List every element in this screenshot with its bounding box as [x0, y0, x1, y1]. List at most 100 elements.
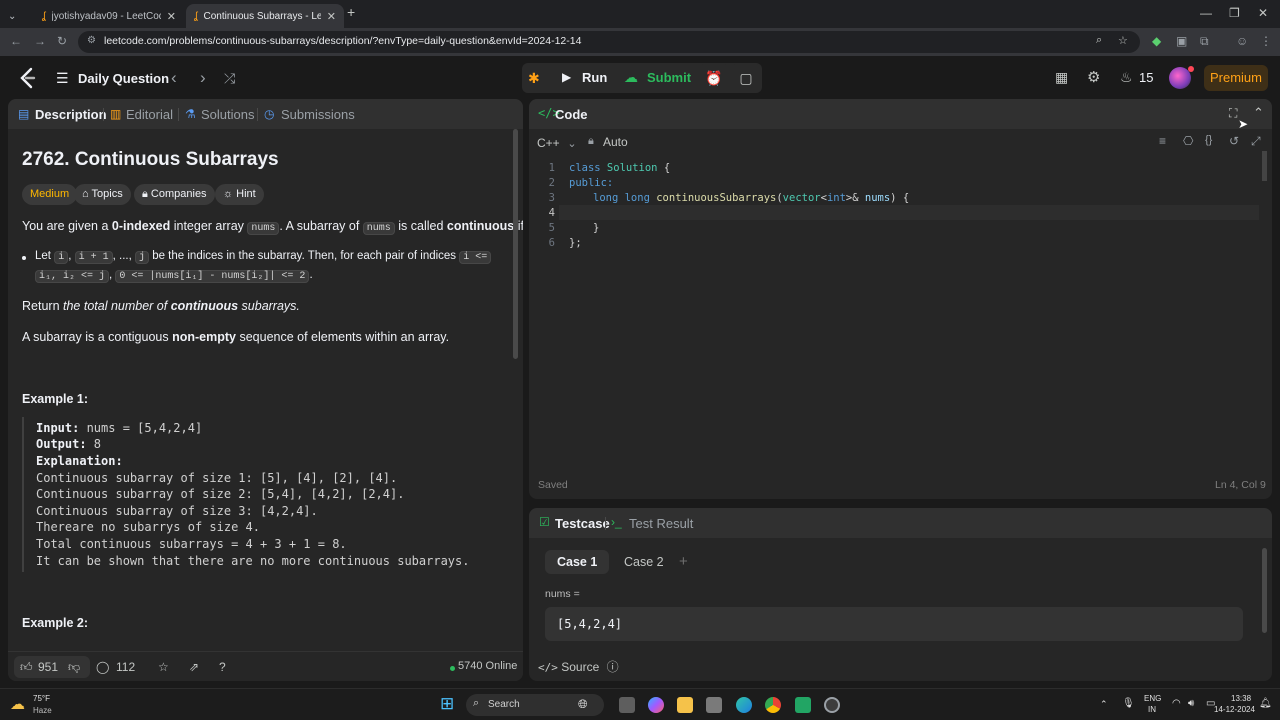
language-selector[interactable]: C++ ⌄	[537, 135, 577, 150]
tab-search-button[interactable]: ⌄	[4, 4, 24, 28]
bookmark-star-icon[interactable]: ☆	[1118, 34, 1128, 47]
thumbs-up-icon[interactable]: 👍︎	[20, 660, 33, 675]
site-info-icon[interactable]: ⚙	[87, 35, 96, 46]
layout-grid-icon[interactable]: ▦	[1055, 69, 1068, 86]
leetcode-logo-icon[interactable]	[18, 67, 36, 89]
extensions-puzzle-icon[interactable]: ⧉	[1200, 34, 1209, 49]
file-explorer-icon[interactable]	[677, 697, 693, 713]
settings-gear-icon[interactable]: ⚙	[1087, 68, 1100, 86]
code-text: ) {	[890, 192, 910, 204]
app-icon[interactable]	[824, 697, 840, 713]
weather-temperature[interactable]: 75°F	[33, 694, 50, 703]
case-1-tab[interactable]: Case 1	[545, 550, 610, 574]
forward-icon[interactable]: →	[34, 34, 46, 48]
reset-icon[interactable]: ↺	[1229, 134, 1239, 148]
description-tabs: ▤ Description ▥ Editorial ⚗ Solutions ◷ …	[8, 99, 523, 129]
scrollbar[interactable]	[513, 129, 518, 359]
clock-date[interactable]: 14-12-2024	[1214, 705, 1255, 714]
tab-description[interactable]: Description	[35, 107, 107, 122]
extension-icon[interactable]: ▣	[1176, 34, 1187, 48]
source-link[interactable]: </> Source ⓘ	[538, 658, 619, 675]
fullscreen-icon[interactable]: ⛶	[1229, 106, 1237, 121]
edge-icon[interactable]	[736, 697, 752, 713]
comment-icon[interactable]: ◯	[96, 660, 109, 674]
companies-chip[interactable]: 🔒︎ Companies	[134, 184, 215, 205]
collapse-chevron-up-icon[interactable]: ⌃	[1253, 105, 1264, 121]
label: Explanation:	[36, 454, 123, 468]
tab-submissions[interactable]: Submissions	[281, 107, 355, 122]
help-icon[interactable]: ?	[219, 660, 226, 674]
list-icon[interactable]: ☰	[56, 70, 69, 87]
scrollbar[interactable]	[1262, 151, 1267, 181]
reload-icon[interactable]: ↻	[57, 34, 67, 48]
volume-icon[interactable]: 🔊︎	[1188, 698, 1194, 709]
description-panel: ▤ Description ▥ Editorial ⚗ Solutions ◷ …	[8, 99, 523, 681]
bookmark-icon[interactable]: ⎔	[1183, 134, 1193, 148]
share-icon[interactable]: ⇗	[189, 660, 199, 674]
language-indicator[interactable]: ENG	[1144, 694, 1161, 703]
windows-start-icon[interactable]: ⊞	[440, 694, 454, 714]
tray-overflow-icon[interactable]: ⌃	[1100, 699, 1108, 710]
tab-test-result[interactable]: Test Result	[629, 516, 693, 531]
copilot-icon[interactable]	[648, 697, 664, 713]
minimize-button[interactable]: —	[1200, 6, 1212, 20]
menu-kebab-icon[interactable]: ⋮	[1260, 34, 1272, 48]
premium-button[interactable]: Premium	[1204, 65, 1268, 91]
debug-bug-icon[interactable]: ✱	[528, 70, 540, 87]
tab-editorial[interactable]: Editorial	[126, 107, 173, 122]
auto-mode-label[interactable]: Auto	[603, 135, 628, 149]
explanation-line: Total continuous subarrays = 4 + 3 + 1 =…	[36, 537, 347, 551]
prev-question-icon[interactable]: ‹	[171, 68, 177, 88]
excel-icon[interactable]	[795, 697, 811, 713]
window-close-button[interactable]: ✕	[1258, 6, 1268, 20]
wifi-icon[interactable]: ◠	[1172, 698, 1181, 709]
explanation-line: Thereare no subarrys of size 4.	[36, 520, 260, 534]
param-input[interactable]: [5,4,2,4]	[545, 607, 1243, 641]
browser-tab-active[interactable]: ʆ Continuous Subarrays - LeetCo ✕	[186, 4, 344, 28]
shuffle-icon[interactable]: ⤮	[224, 70, 235, 87]
hint-chip[interactable]: ☼ Hint	[215, 184, 264, 205]
maximize-button[interactable]: ❐	[1229, 6, 1240, 20]
tab-solutions[interactable]: Solutions	[201, 107, 254, 122]
browser-tab-profile[interactable]: ʆ jyotishyadav09 - LeetCode Profi ✕	[34, 4, 184, 28]
tab-testcase[interactable]: Testcase	[555, 516, 610, 531]
notification-bell-icon[interactable]: 🔔︎	[1259, 698, 1272, 709]
problem-title[interactable]: 2762. Continuous Subarrays	[22, 149, 279, 171]
zoom-icon[interactable]: ⌕	[1096, 34, 1102, 47]
problem-intro: You are given a 0-indexed integer array …	[22, 219, 523, 235]
streak-count[interactable]: 15	[1139, 70, 1153, 85]
thumbs-down-icon[interactable]: 👎︎	[68, 660, 80, 675]
format-icon[interactable]: ≡	[1159, 134, 1166, 148]
run-button[interactable]: Run	[582, 70, 607, 85]
submit-button[interactable]: Submit	[647, 70, 691, 85]
task-view-icon[interactable]	[619, 697, 635, 713]
expand-icon[interactable]: ⤢	[1251, 134, 1261, 149]
favorite-star-icon[interactable]: ☆	[158, 660, 169, 674]
store-icon[interactable]	[706, 697, 722, 713]
save-status: Saved	[538, 479, 568, 491]
url-input[interactable]: ⚙ leetcode.com/problems/continuous-subar…	[78, 31, 1140, 53]
extension-icon[interactable]: ◆	[1152, 34, 1161, 48]
close-icon[interactable]: ✕	[327, 10, 336, 23]
next-question-icon[interactable]: ›	[200, 68, 206, 88]
windows-taskbar: ☁ 75°F Haze ⊞ ⌕ Search 🌐︎ ⌃ 🎙︎ ENG IN ◠ …	[0, 688, 1280, 720]
scrollbar[interactable]	[1262, 548, 1267, 633]
code-tab[interactable]: Code	[555, 107, 588, 122]
chrome-icon[interactable]	[765, 697, 781, 713]
close-icon[interactable]: ✕	[167, 10, 176, 23]
timer-button[interactable]: ⏰	[699, 64, 729, 92]
profile-icon[interactable]: ☺	[1236, 34, 1248, 48]
example-input: Input: nums = [5,4,2,4]	[36, 421, 202, 435]
braces-icon[interactable]: {}	[1205, 134, 1212, 146]
clock-time[interactable]: 13:38	[1231, 694, 1251, 703]
taskbar-search[interactable]: ⌕ Search 🌐︎	[466, 694, 604, 716]
weather-haze-icon[interactable]: ☁	[10, 695, 25, 713]
topics-chip[interactable]: ⌂ Topics	[74, 184, 131, 205]
notes-button[interactable]: ▢	[731, 64, 761, 92]
microphone-icon[interactable]: 🎙︎	[1122, 698, 1135, 709]
new-tab-button[interactable]: +	[347, 4, 355, 20]
add-case-button[interactable]: +	[667, 550, 700, 574]
daily-question-link[interactable]: Daily Question	[78, 71, 169, 86]
back-icon[interactable]: ←	[10, 34, 22, 48]
help-icon[interactable]: ⓘ	[607, 660, 619, 674]
